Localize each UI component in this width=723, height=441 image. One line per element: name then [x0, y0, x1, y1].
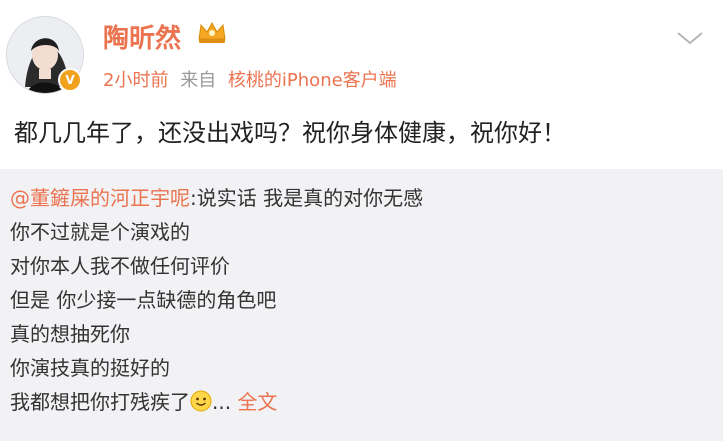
post-meta: 2小时前 来自 核桃的iPhone客户端	[103, 66, 397, 92]
post-header: V 陶昕然 2小时前 来自 核桃的iPhone客户端	[0, 0, 723, 110]
post-text: 都几几年了，还没出戏吗？祝你身体健康，祝你好！	[14, 119, 566, 147]
crown-icon[interactable]	[196, 19, 228, 45]
repost-line-1: @董鏟屎的河正宇呢:说实话 我是真的对你无感	[10, 181, 423, 215]
repost-line: 真的想抽死你	[10, 322, 130, 346]
username[interactable]: 陶昕然	[103, 18, 181, 55]
repost-last-line: 我都想把你打残疾了... 全文	[10, 385, 423, 419]
smile-emoji-icon	[190, 390, 212, 412]
repost-line: 你演技真的挺好的	[10, 356, 170, 380]
repost-last-line-text: 我都想把你打残疾了	[10, 390, 190, 414]
verified-badge-icon: V	[58, 68, 82, 92]
from-label: 来自	[180, 70, 217, 91]
full-text-link[interactable]: 全文	[237, 390, 277, 414]
mention-link[interactable]: @董鏟屎的河正宇呢	[10, 186, 190, 210]
repost-box: @董鏟屎的河正宇呢:说实话 我是真的对你无感 你不过就是个演戏的 对你本人我不做…	[0, 169, 723, 441]
repost-line: 对你本人我不做任何评价	[10, 254, 230, 278]
repost-line: 你不过就是个演戏的	[10, 220, 190, 244]
weibo-post: V 陶昕然 2小时前 来自 核桃的iPhone客户端 都几几年了，还没出戏吗？祝…	[0, 0, 723, 441]
repost-line-1-text: :说实话 我是真的对你无感	[190, 186, 424, 210]
repost-line: 但是 你少接一点缺德的角色吧	[10, 288, 277, 312]
chevron-down-icon[interactable]	[675, 28, 705, 48]
post-source[interactable]: 核桃的iPhone客户端	[228, 70, 397, 91]
post-time[interactable]: 2小时前	[103, 70, 168, 91]
ellipsis: ...	[212, 390, 232, 414]
repost-text: @董鏟屎的河正宇呢:说实话 我是真的对你无感 你不过就是个演戏的 对你本人我不做…	[10, 181, 423, 419]
